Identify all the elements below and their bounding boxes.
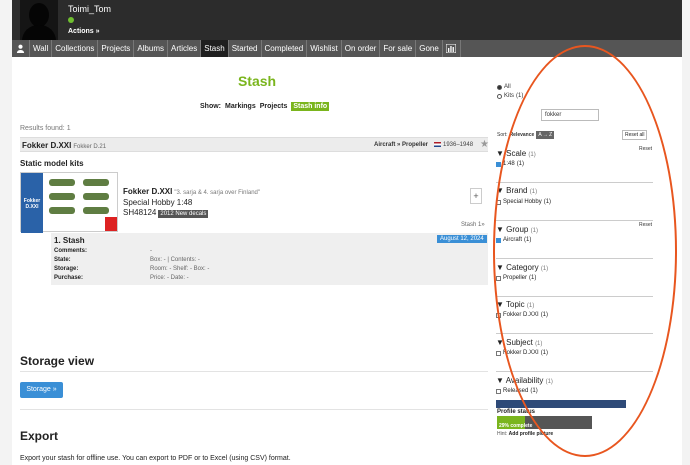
divider	[20, 409, 488, 410]
nav-completed[interactable]: Completed	[262, 40, 308, 57]
nav-albums[interactable]: Albums	[134, 40, 168, 57]
divider	[496, 220, 653, 221]
nav-projects[interactable]: Projects	[98, 40, 135, 57]
sort-az-button[interactable]: A → Z	[536, 131, 555, 139]
stash-label: Purchase:	[54, 275, 84, 281]
profile-status-heading: Profile status	[497, 409, 536, 415]
group-reset-link[interactable]: Reset	[639, 222, 652, 228]
item-header: Fokker D.XXI Fokker D.21 Aircraft » Prope…	[20, 137, 489, 152]
profile-progress-text: 29% complete	[499, 423, 533, 429]
username[interactable]: Toimi_Tom	[68, 4, 111, 14]
filter-brand-heading[interactable]: ▼ Brand (1)	[496, 186, 537, 195]
stash-label: Storage:	[54, 266, 79, 272]
stash-value: Price: - Date: -	[150, 275, 189, 281]
user-icon[interactable]	[12, 40, 30, 57]
online-status-icon	[68, 17, 74, 23]
divider	[496, 258, 653, 259]
filter-subject-heading[interactable]: ▼ Subject (1)	[496, 338, 542, 347]
filter-subject-option[interactable]: Fokker D.XXI (1)	[496, 350, 548, 356]
box-art-label: Fokker D.XXI	[23, 198, 41, 210]
page-title: Stash	[237, 73, 277, 89]
kit-subtitle: "3. sarja & 4. sarja over Finland"	[174, 190, 260, 196]
nav-started[interactable]: Started	[229, 40, 262, 57]
filter-scale-option[interactable]: 1:48 (1)	[496, 161, 524, 167]
stash-label: State:	[54, 257, 71, 263]
nav-wall[interactable]: Wall	[30, 40, 53, 57]
storage-heading: Storage view	[20, 354, 95, 368]
filter-availability-heading[interactable]: ▼ Availability (1)	[496, 376, 553, 385]
divider	[496, 182, 653, 183]
profile-hint: Hint: Add profile picture	[497, 431, 554, 437]
stats-icon[interactable]	[443, 40, 461, 57]
storage-button[interactable]: Storage »	[20, 382, 63, 398]
stash-label: Comments:	[54, 248, 88, 254]
show-toggle: Show: Markings Projects Stash info	[200, 102, 330, 111]
show-label: Show:	[200, 103, 221, 110]
banner-image	[496, 400, 626, 408]
item-years: 1936–1948	[443, 142, 474, 148]
divider	[496, 371, 653, 372]
item-name[interactable]: Fokker D.XXI	[22, 141, 71, 150]
filter-availability-option[interactable]: Released (1)	[496, 388, 538, 394]
filter-topic-option[interactable]: Fokker D.XXI (1)	[496, 312, 548, 318]
filter-group-option[interactable]: Aircraft (1)	[496, 237, 531, 243]
stash-heading: 1. Stash	[54, 236, 85, 245]
filter-sidebar: All Kits (1) fokker Sort: Relevance A → Z…	[496, 81, 656, 451]
netherlands-flag-icon	[434, 142, 441, 147]
divider	[496, 296, 653, 297]
scale-reset-link[interactable]: Reset	[639, 146, 652, 152]
sort-label: Sort:	[497, 132, 508, 138]
filter-topic-heading[interactable]: ▼ Topic (1)	[496, 300, 534, 309]
stash-date-badge: August 12, 2024	[437, 235, 487, 243]
export-text: Export your stash for offline use. You c…	[20, 455, 291, 462]
profile-nav: Wall Collections Projects Albums Article…	[12, 40, 682, 57]
kit-tag: 2012 New decals	[158, 210, 209, 218]
stash-value: -	[150, 248, 152, 254]
show-stash-info-button[interactable]: Stash info	[291, 102, 330, 111]
add-button[interactable]: +	[470, 188, 482, 204]
filter-brand-option[interactable]: Special Hobby (1)	[496, 199, 551, 205]
favorite-star-icon[interactable]: ★	[480, 139, 489, 150]
avatar[interactable]	[20, 0, 58, 40]
kit-box-art[interactable]: Fokker D.XXI	[20, 172, 118, 233]
sort-relevance[interactable]: Relevance	[510, 132, 535, 138]
reset-all-button[interactable]: Reset all	[622, 130, 648, 140]
actions-menu[interactable]: Actions »	[68, 28, 100, 35]
divider	[20, 371, 488, 372]
filter-search-input[interactable]: fokker	[541, 109, 599, 121]
profile-progress-bar: 29% complete	[497, 416, 592, 429]
sort-control: Sort: Relevance A → Z	[497, 131, 555, 139]
divider	[496, 333, 653, 334]
stash-entry: 1. Stash August 12, 2024 Comments: - Sta…	[51, 233, 488, 285]
item-category[interactable]: Aircraft » Propeller	[374, 142, 428, 148]
filter-scale-heading[interactable]: ▼ Scale (1)	[496, 149, 536, 158]
nav-collections[interactable]: Collections	[52, 40, 99, 57]
stash-count-link[interactable]: Stash 1»	[461, 222, 485, 228]
export-heading: Export	[20, 429, 59, 443]
kit-code: SH48124	[123, 208, 157, 217]
nav-for-sale[interactable]: For sale	[380, 40, 417, 57]
filter-category-option[interactable]: Propeller (1)	[496, 275, 536, 281]
show-markings-button[interactable]: Markings	[225, 103, 256, 110]
filter-group-heading[interactable]: ▼ Group (1)	[496, 225, 538, 234]
stash-value: Room: - Shelf: - Box: -	[150, 266, 210, 272]
add-profile-picture-link[interactable]: Add profile picture	[509, 431, 553, 437]
filter-category-heading[interactable]: ▼ Category (1)	[496, 263, 548, 272]
results-count: Results found: 1	[20, 125, 71, 132]
show-projects-button[interactable]: Projects	[260, 103, 288, 110]
nav-gone[interactable]: Gone	[416, 40, 443, 57]
item-subname: Fokker D.21	[73, 144, 107, 150]
nav-articles[interactable]: Articles	[168, 40, 202, 57]
section-title: Static model kits	[20, 159, 84, 168]
kit-name[interactable]: Fokker D.XXI	[123, 187, 172, 196]
nav-wishlist[interactable]: Wishlist	[307, 40, 342, 57]
stash-value: Box: - | Contents: -	[150, 257, 200, 263]
nav-stash[interactable]: Stash	[201, 40, 229, 57]
filter-all-radio[interactable]: All	[497, 84, 511, 90]
profile-header: Toimi_Tom Actions »	[12, 0, 682, 40]
nav-on-order[interactable]: On order	[342, 40, 381, 57]
kit-maker: Special Hobby 1:48	[123, 198, 193, 207]
filter-kits-radio[interactable]: Kits (1)	[497, 93, 523, 99]
